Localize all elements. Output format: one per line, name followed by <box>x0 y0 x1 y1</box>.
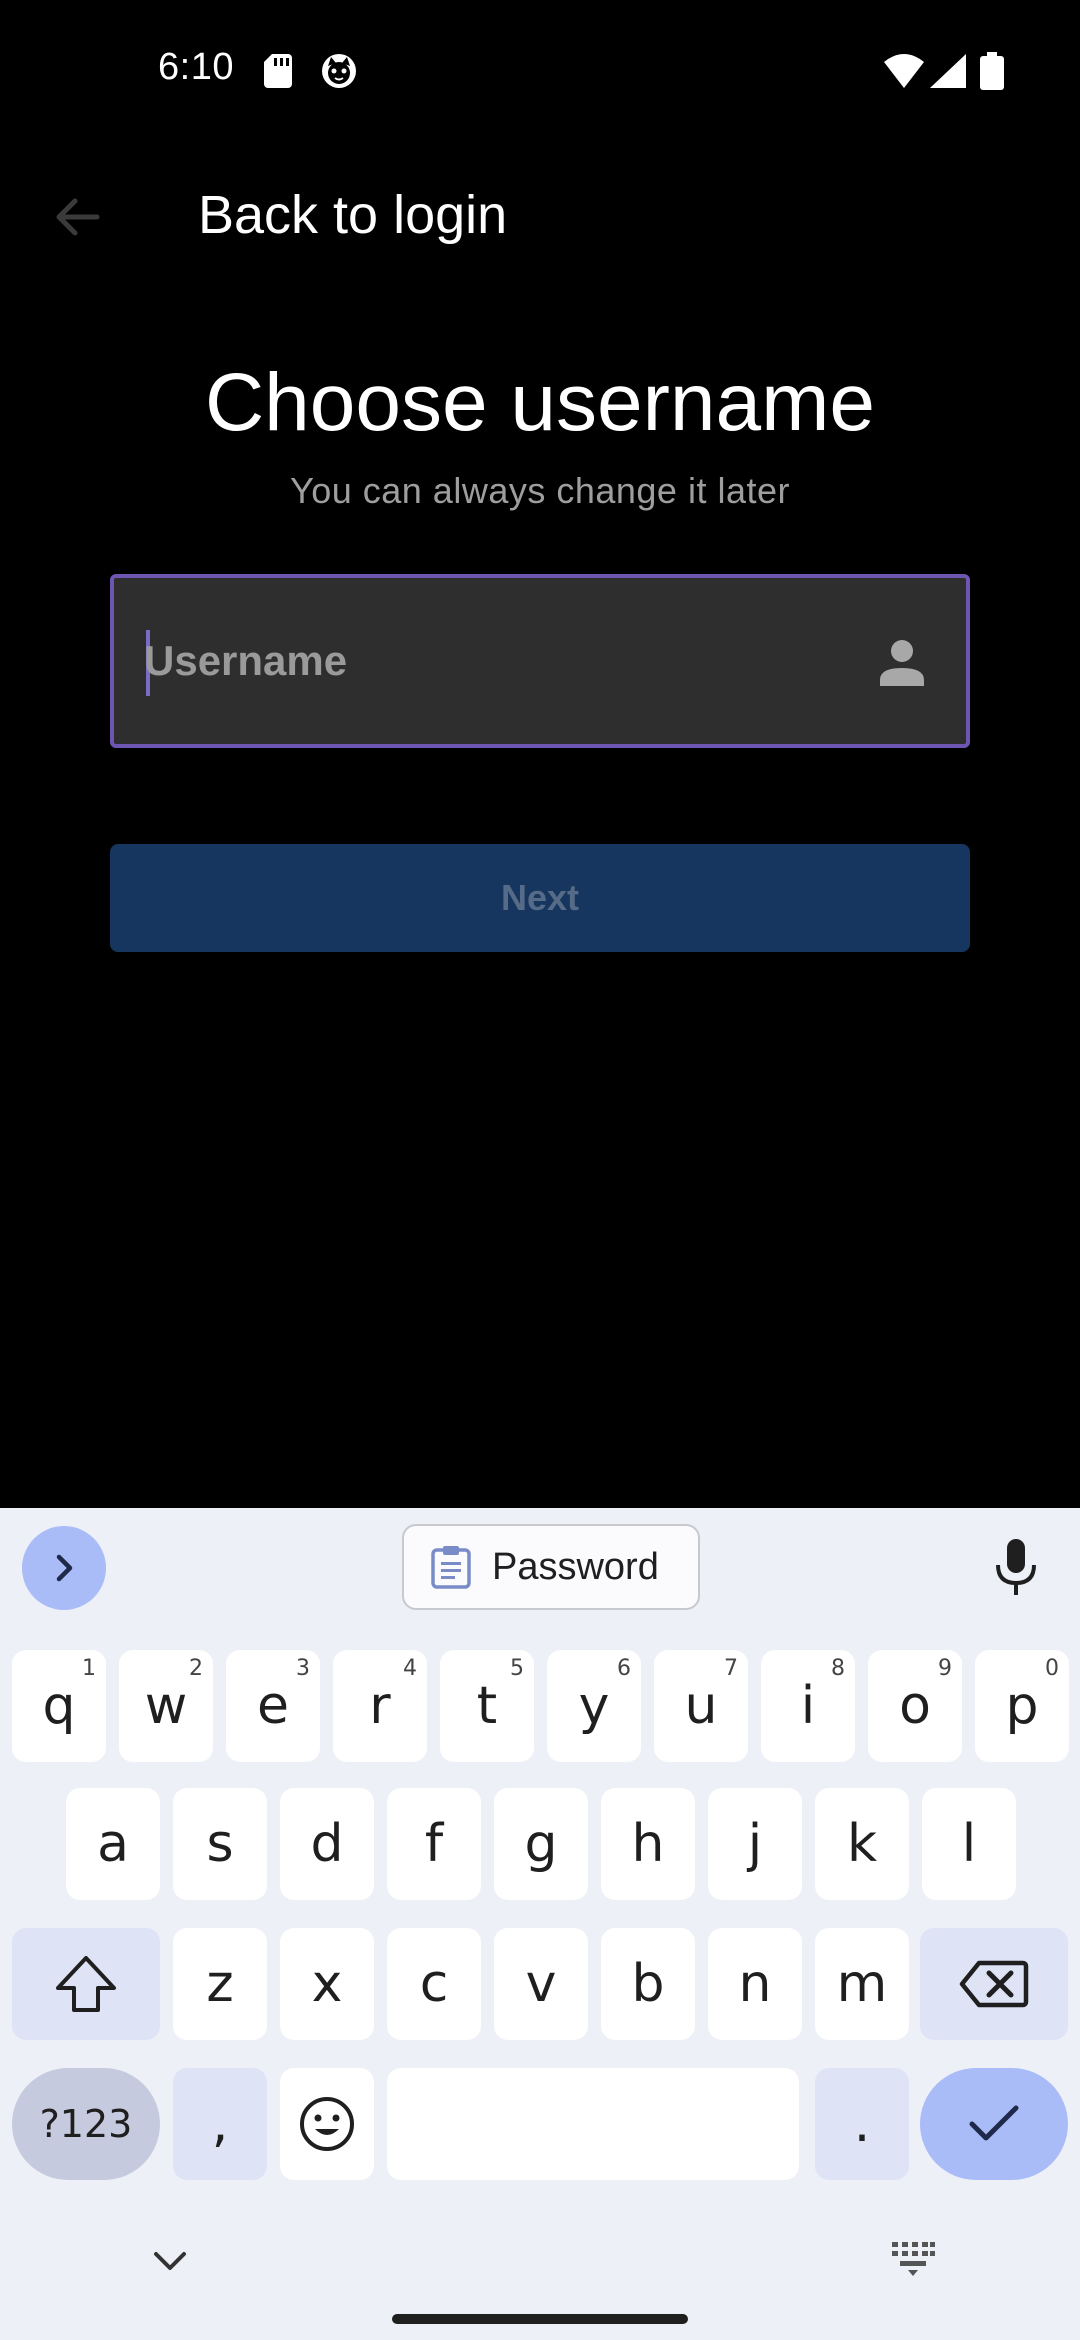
home-indicator[interactable] <box>392 2314 688 2324</box>
key-a[interactable]: a <box>66 1788 160 1900</box>
password-chip-label: Password <box>492 1545 659 1588</box>
key-i[interactable]: i8 <box>761 1650 855 1762</box>
key-j[interactable]: j <box>708 1788 802 1900</box>
next-button[interactable]: Next <box>110 844 970 952</box>
key-x[interactable]: x <box>280 1928 374 2040</box>
key-l[interactable]: l <box>922 1788 1016 1900</box>
key-s[interactable]: s <box>173 1788 267 1900</box>
battery-icon <box>980 52 1004 90</box>
key-p[interactable]: p0 <box>975 1650 1069 1762</box>
key-w[interactable]: w2 <box>119 1650 213 1762</box>
page-title: Choose username <box>204 357 876 448</box>
keyboard-navigation-bar <box>0 2226 1080 2340</box>
backspace-icon <box>959 1960 1029 2008</box>
switch-keyboard-icon[interactable] <box>890 2238 936 2278</box>
comma-key[interactable]: , <box>173 2068 267 2180</box>
key-o[interactable]: o9 <box>868 1650 962 1762</box>
hide-keyboard-icon[interactable] <box>148 2240 192 2284</box>
clipboard-icon <box>431 1546 471 1589</box>
key-b[interactable]: b <box>601 1928 695 2040</box>
page-subtitle: You can always change it later <box>290 470 790 511</box>
period-key[interactable]: . <box>815 2068 909 2180</box>
key-u[interactable]: u7 <box>654 1650 748 1762</box>
key-r[interactable]: r4 <box>333 1650 427 1762</box>
arrow-back-icon <box>56 198 100 236</box>
microphone-icon <box>996 1539 1036 1595</box>
key-g[interactable]: g <box>494 1788 588 1900</box>
key-e[interactable]: e3 <box>226 1650 320 1762</box>
username-field[interactable] <box>110 574 970 748</box>
key-c[interactable]: c <box>387 1928 481 2040</box>
symbols-key[interactable]: ?123 <box>12 2068 160 2180</box>
cat-notification-icon <box>322 54 356 88</box>
soft-keyboard: Password q1 w2 e3 r4 t5 y6 u7 i8 o9 p0 a… <box>0 1508 1080 2340</box>
backspace-key[interactable] <box>920 1928 1068 2040</box>
username-input[interactable] <box>144 578 824 744</box>
keyboard-toolbar: Password <box>0 1508 1080 1628</box>
key-n[interactable]: n <box>708 1928 802 2040</box>
key-v[interactable]: v <box>494 1928 588 2040</box>
key-y[interactable]: y6 <box>547 1650 641 1762</box>
key-t[interactable]: t5 <box>440 1650 534 1762</box>
wifi-icon <box>884 54 924 88</box>
status-time: 6:10 <box>158 46 234 88</box>
shift-icon <box>56 1956 116 2012</box>
person-icon <box>880 640 924 686</box>
checkmark-icon <box>969 2105 1019 2141</box>
back-button[interactable] <box>40 180 114 254</box>
shift-key[interactable] <box>12 1928 160 2040</box>
key-m[interactable]: m <box>815 1928 909 2040</box>
chevron-right-icon <box>56 1554 73 1582</box>
emoji-key[interactable] <box>280 2068 374 2180</box>
done-key[interactable] <box>920 2068 1068 2180</box>
space-key[interactable] <box>387 2068 799 2180</box>
app-bar: Back to login <box>0 160 1080 270</box>
sd-card-icon <box>264 54 292 88</box>
signal-icon <box>930 54 966 88</box>
key-z[interactable]: z <box>173 1928 267 2040</box>
expand-toolbar-button[interactable] <box>22 1526 106 1610</box>
key-q[interactable]: q1 <box>12 1650 106 1762</box>
key-d[interactable]: d <box>280 1788 374 1900</box>
emoji-icon <box>300 2097 354 2151</box>
back-to-login-label: Back to login <box>198 185 508 245</box>
password-suggestion-chip[interactable]: Password <box>402 1524 700 1610</box>
key-f[interactable]: f <box>387 1788 481 1900</box>
key-k[interactable]: k <box>815 1788 909 1900</box>
status-bar: 6:10 <box>0 0 1080 140</box>
voice-input-button[interactable] <box>986 1532 1046 1604</box>
key-h[interactable]: h <box>601 1788 695 1900</box>
